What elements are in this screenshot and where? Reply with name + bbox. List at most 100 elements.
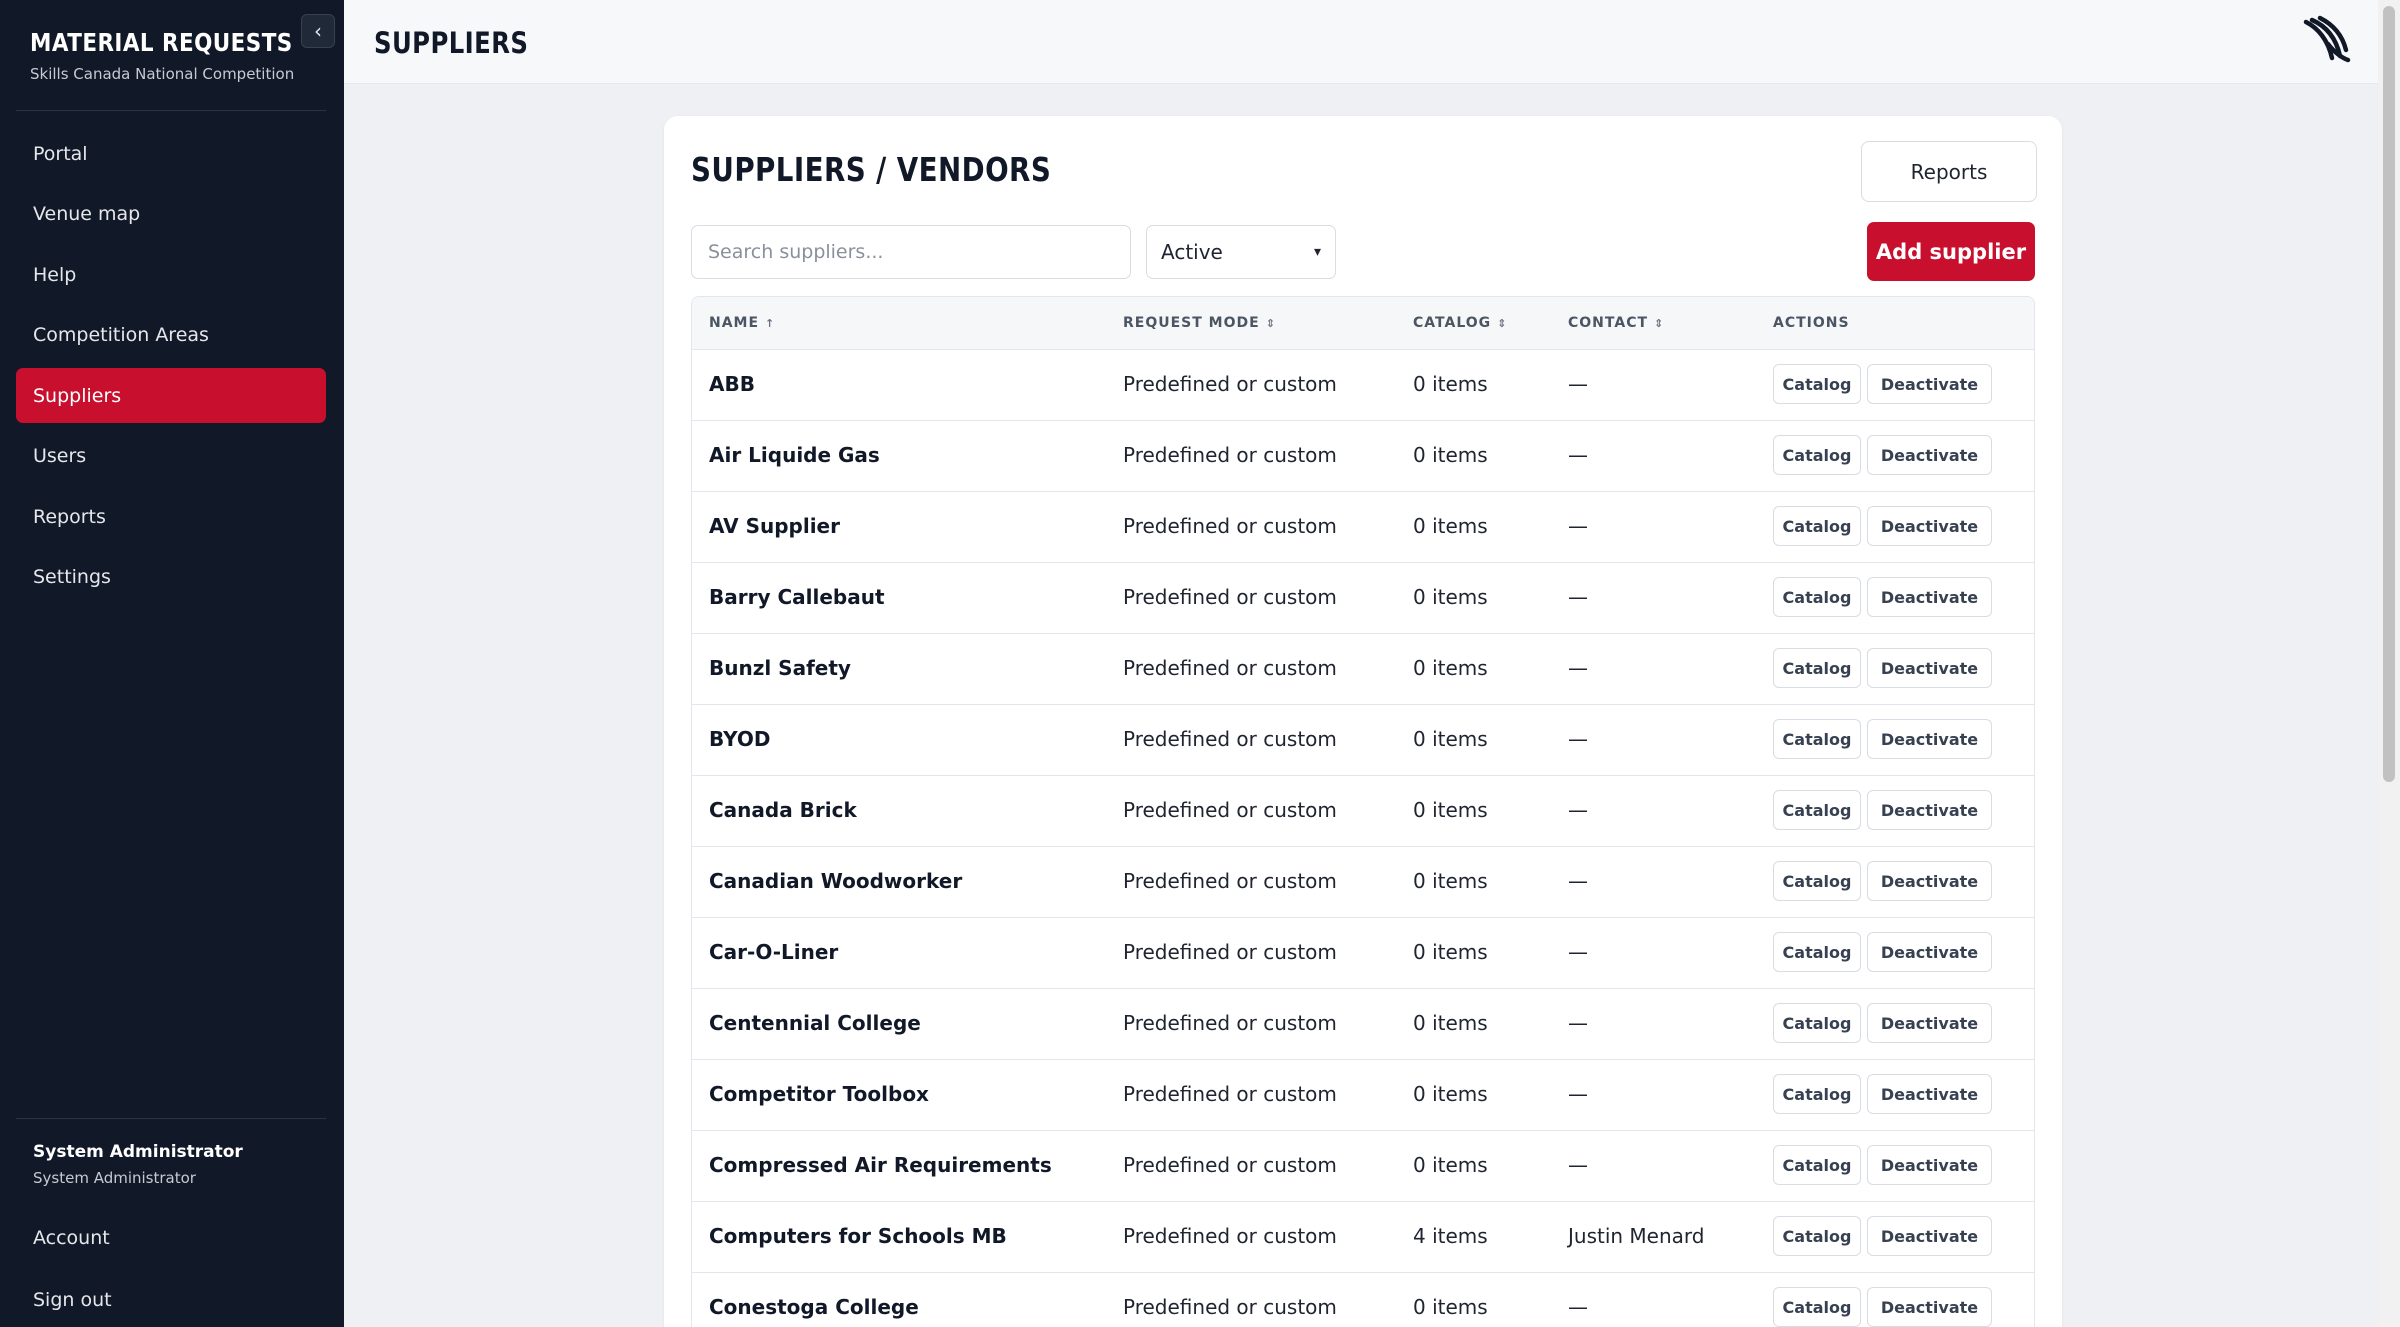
divider [16, 1118, 326, 1119]
catalog-button[interactable]: Catalog [1773, 1145, 1861, 1185]
sidebar-item-users[interactable]: Users [16, 429, 326, 484]
deactivate-button[interactable]: Deactivate [1867, 506, 1992, 546]
sidebar-item-label: Venue map [33, 203, 141, 225]
contact: — [1568, 585, 1588, 609]
app-subtitle: Skills Canada National Competition [30, 65, 295, 83]
reports-button[interactable]: Reports [1861, 141, 2037, 202]
catalog-count: 0 items [1413, 940, 1488, 964]
contact: — [1568, 1011, 1588, 1035]
column-header-request-mode[interactable]: REQUEST MODE ⇕ [1123, 315, 1275, 331]
catalog-button[interactable]: Catalog [1773, 719, 1861, 759]
chevron-down-icon: ▾ [1313, 244, 1321, 260]
catalog-button[interactable]: Catalog [1773, 435, 1861, 475]
deactivate-button[interactable]: Deactivate [1867, 577, 1992, 617]
contact: — [1568, 372, 1588, 396]
table-row: Competitor Toolbox Predefined or custom … [692, 1060, 2034, 1131]
catalog-count: 0 items [1413, 1082, 1488, 1106]
collapse-sidebar-button[interactable]: ‹ [301, 14, 335, 48]
deactivate-button[interactable]: Deactivate [1867, 435, 1992, 475]
table-row: Compressed Air Requirements Predefined o… [692, 1131, 2034, 1202]
request-mode: Predefined or custom [1123, 656, 1337, 680]
table-row: BYOD Predefined or custom 0 items — Cata… [692, 705, 2034, 776]
add-supplier-button[interactable]: Add supplier [1867, 222, 2035, 281]
catalog-button[interactable]: Catalog [1773, 861, 1861, 901]
supplier-name: Bunzl Safety [709, 656, 851, 680]
sidebar-item-competition-areas[interactable]: Competition Areas [16, 308, 326, 363]
status-filter-select[interactable]: Active ▾ [1146, 225, 1336, 279]
sidebar-item-portal[interactable]: Portal [16, 126, 326, 181]
catalog-button[interactable]: Catalog [1773, 648, 1861, 688]
deactivate-button[interactable]: Deactivate [1867, 648, 1992, 688]
table-row: Bunzl Safety Predefined or custom 0 item… [692, 634, 2034, 705]
supplier-name: Air Liquide Gas [709, 443, 880, 467]
column-label: REQUEST MODE [1123, 315, 1260, 331]
deactivate-button[interactable]: Deactivate [1867, 790, 1992, 830]
deactivate-button[interactable]: Deactivate [1867, 1145, 1992, 1185]
catalog-button[interactable]: Catalog [1773, 577, 1861, 617]
catalog-button[interactable]: Catalog [1773, 932, 1861, 972]
catalog-button[interactable]: Catalog [1773, 1216, 1861, 1256]
deactivate-button[interactable]: Deactivate [1867, 861, 1992, 901]
contact: — [1568, 443, 1588, 467]
deactivate-button[interactable]: Deactivate [1867, 932, 1992, 972]
sidebar-item-label: Settings [33, 566, 111, 588]
search-input[interactable] [691, 225, 1131, 279]
sort-icon: ⇕ [1654, 316, 1664, 330]
deactivate-button[interactable]: Deactivate [1867, 364, 1992, 404]
catalog-count: 0 items [1413, 1011, 1488, 1035]
column-label: CONTACT [1568, 315, 1649, 331]
sidebar-item-suppliers[interactable]: Suppliers [16, 368, 326, 423]
catalog-count: 0 items [1413, 798, 1488, 822]
sign-out-link[interactable]: Sign out [33, 1289, 112, 1311]
sidebar-item-label: Users [33, 445, 87, 467]
account-link[interactable]: Account [33, 1227, 110, 1249]
sidebar-item-reports[interactable]: Reports [16, 489, 326, 544]
sidebar-item-label: Suppliers [33, 384, 122, 407]
sidebar-item-venue-map[interactable]: Venue map [16, 187, 326, 242]
deactivate-button[interactable]: Deactivate [1867, 1003, 1992, 1043]
supplier-name: Canada Brick [709, 798, 857, 822]
sidebar-nav: Portal Venue map Help Competition Areas … [16, 126, 326, 610]
request-mode: Predefined or custom [1123, 869, 1337, 893]
request-mode: Predefined or custom [1123, 727, 1337, 751]
contact: — [1568, 1295, 1588, 1319]
catalog-button[interactable]: Catalog [1773, 1003, 1861, 1043]
supplier-name: Conestoga College [709, 1295, 919, 1319]
catalog-button[interactable]: Catalog [1773, 1287, 1861, 1327]
column-header-contact[interactable]: CONTACT ⇕ [1568, 315, 1663, 331]
catalog-count: 0 items [1413, 585, 1488, 609]
page-scrollbar-thumb[interactable] [2383, 6, 2395, 782]
column-header-catalog[interactable]: CATALOG ⇕ [1413, 315, 1506, 331]
contact: Justin Menard [1568, 1224, 1705, 1248]
catalog-count: 0 items [1413, 1153, 1488, 1177]
deactivate-button[interactable]: Deactivate [1867, 1287, 1992, 1327]
column-header-actions: ACTIONS [1773, 315, 1850, 331]
sidebar-item-label: Competition Areas [33, 324, 209, 346]
request-mode: Predefined or custom [1123, 940, 1337, 964]
request-mode: Predefined or custom [1123, 514, 1337, 538]
deactivate-button[interactable]: Deactivate [1867, 1074, 1992, 1114]
catalog-button[interactable]: Catalog [1773, 790, 1861, 830]
brand-logo-icon [2303, 15, 2351, 63]
column-header-name[interactable]: NAME ↑ [709, 315, 774, 331]
supplier-name: Centennial College [709, 1011, 921, 1035]
sidebar-item-settings[interactable]: Settings [16, 550, 326, 605]
sidebar-item-label: Reports [33, 505, 106, 528]
deactivate-button[interactable]: Deactivate [1867, 719, 1992, 759]
contact: — [1568, 940, 1588, 964]
contact: — [1568, 514, 1588, 538]
supplier-name: Compressed Air Requirements [709, 1153, 1052, 1177]
sidebar-item-help[interactable]: Help [16, 247, 326, 302]
sidebar: MATERIAL REQUESTS Skills Canada National… [0, 0, 344, 1327]
catalog-button[interactable]: Catalog [1773, 1074, 1861, 1114]
request-mode: Predefined or custom [1123, 585, 1337, 609]
contact: — [1568, 1082, 1588, 1106]
catalog-button[interactable]: Catalog [1773, 364, 1861, 404]
catalog-button[interactable]: Catalog [1773, 506, 1861, 546]
table-row: Barry Callebaut Predefined or custom 0 i… [692, 563, 2034, 634]
deactivate-button[interactable]: Deactivate [1867, 1216, 1992, 1256]
table-row: Air Liquide Gas Predefined or custom 0 i… [692, 421, 2034, 492]
request-mode: Predefined or custom [1123, 1224, 1337, 1248]
brand: MATERIAL REQUESTS Skills Canada National… [30, 28, 335, 83]
table-row: AV Supplier Predefined or custom 0 items… [692, 492, 2034, 563]
